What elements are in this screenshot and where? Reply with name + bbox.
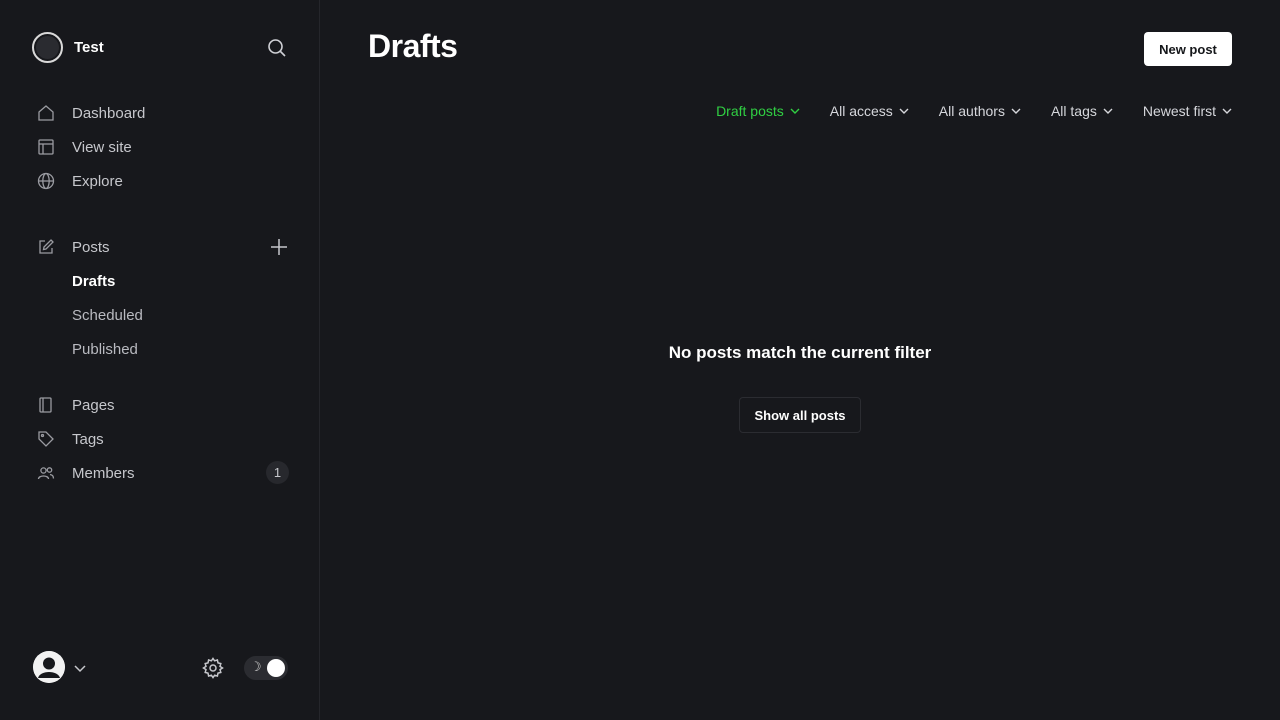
chevron-down-icon <box>899 108 909 114</box>
members-icon <box>37 464 55 482</box>
members-count-badge: 1 <box>266 461 289 484</box>
sidebar-item-label: Members <box>72 464 135 482</box>
chevron-down-icon <box>1222 108 1232 114</box>
sidebar-item-view-site[interactable]: View site <box>0 130 320 164</box>
sidebar-item-label: Dashboard <box>72 104 146 122</box>
filter-type[interactable]: Draft posts <box>716 100 800 122</box>
sidebar-item-label: Published <box>72 340 138 358</box>
theme-toggle[interactable]: ☽ <box>244 656 288 680</box>
moon-icon: ☽ <box>250 659 262 674</box>
chevron-down-icon <box>790 108 800 114</box>
filter-sort[interactable]: Newest first <box>1143 100 1232 122</box>
secondary-nav: Pages Tags Members 1 <box>0 388 320 490</box>
sidebar-item-members[interactable]: Members 1 <box>0 456 320 490</box>
tag-icon <box>37 430 55 448</box>
app-root: Test Dashboard View site Explore Posts D… <box>0 0 1280 720</box>
filter-tags[interactable]: All tags <box>1051 100 1113 122</box>
sidebar-item-pages[interactable]: Pages <box>0 388 320 422</box>
show-all-posts-button[interactable]: Show all posts <box>739 397 861 433</box>
sidebar-item-label: Pages <box>72 396 115 414</box>
sidebar-item-scheduled[interactable]: Scheduled <box>0 298 320 332</box>
sidebar: Test Dashboard View site Explore Posts D… <box>0 0 320 720</box>
filter-access[interactable]: All access <box>830 100 909 122</box>
new-post-button[interactable]: New post <box>1144 32 1232 66</box>
filter-label: Draft posts <box>716 103 784 119</box>
sidebar-item-drafts[interactable]: Drafts <box>0 264 320 298</box>
globe-icon <box>37 172 55 190</box>
sidebar-item-label: Posts <box>72 238 110 256</box>
main-content: Drafts New post Draft posts All access A… <box>320 0 1280 720</box>
empty-state-message: No posts match the current filter <box>668 343 932 362</box>
sidebar-item-tags[interactable]: Tags <box>0 422 320 456</box>
filter-label: All authors <box>938 103 1005 119</box>
gear-icon[interactable] <box>201 656 225 680</box>
page-icon <box>37 396 55 414</box>
filter-label: Newest first <box>1142 103 1216 119</box>
sidebar-item-dashboard[interactable]: Dashboard <box>0 96 320 130</box>
filter-label: All access <box>829 103 893 119</box>
sidebar-item-explore[interactable]: Explore <box>0 164 320 198</box>
sidebar-item-label: Explore <box>72 172 123 190</box>
new-post-plus-icon[interactable] <box>268 236 290 258</box>
edit-icon <box>37 238 55 256</box>
chevron-down-icon <box>1103 108 1113 114</box>
site-title: Test <box>74 39 104 56</box>
toggle-knob <box>267 659 285 677</box>
sidebar-item-published[interactable]: Published <box>0 332 320 366</box>
site-logo <box>32 32 63 63</box>
filter-authors[interactable]: All authors <box>939 100 1021 122</box>
chevron-down-icon[interactable] <box>73 662 87 674</box>
page-title: Drafts <box>368 28 458 64</box>
sidebar-item-label: Scheduled <box>72 306 143 324</box>
layout-icon <box>37 138 55 156</box>
home-icon <box>37 104 55 122</box>
sidebar-item-label: Drafts <box>72 272 116 290</box>
sidebar-item-label: View site <box>72 138 132 156</box>
avatar[interactable] <box>33 651 65 683</box>
post-filters: Draft posts All access All authors All t… <box>716 100 1232 122</box>
search-icon[interactable] <box>265 36 289 60</box>
filter-label: All tags <box>1050 103 1097 119</box>
sidebar-item-label: Tags <box>72 430 104 448</box>
primary-nav: Dashboard View site Explore <box>0 96 320 198</box>
site-brand[interactable]: Test <box>32 32 104 63</box>
chevron-down-icon <box>1011 108 1021 114</box>
